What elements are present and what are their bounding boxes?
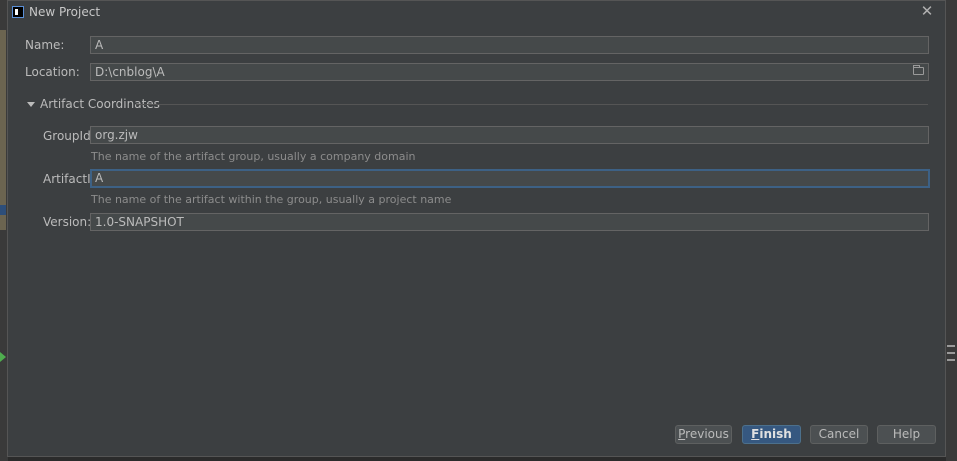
intellij-icon xyxy=(12,6,24,18)
groupid-label: GroupId: xyxy=(43,129,95,143)
location-label: Location: xyxy=(25,65,80,79)
location-value: D:\cnblog\A xyxy=(95,65,165,79)
help-button[interactable]: Help xyxy=(877,425,936,444)
artifactid-field[interactable]: A xyxy=(90,169,930,188)
section-divider xyxy=(136,104,928,105)
title-bar: New Project ✕ xyxy=(8,1,945,24)
artifactid-hint: The name of the artifact within the grou… xyxy=(91,193,452,206)
version-label: Version: xyxy=(43,215,92,229)
new-project-dialog: New Project ✕ Name: A Location: D:\cnblo… xyxy=(7,0,946,457)
folder-icon[interactable] xyxy=(913,65,924,75)
location-field[interactable]: D:\cnblog\A xyxy=(90,63,929,81)
dialog-title: New Project xyxy=(29,5,101,19)
cancel-button[interactable]: Cancel xyxy=(810,425,868,444)
name-label: Name: xyxy=(25,38,65,52)
finish-label: inish xyxy=(759,427,792,441)
gutter-mark-icon xyxy=(947,352,955,354)
previous-label: revious xyxy=(685,427,729,441)
triangle-down-icon xyxy=(27,101,35,107)
background-selection-strip xyxy=(0,205,6,215)
groupid-field[interactable]: org.zjw xyxy=(90,126,929,144)
run-icon xyxy=(0,352,6,362)
previous-button[interactable]: Previous xyxy=(675,425,732,444)
background-editor-strip xyxy=(0,30,6,230)
close-icon[interactable]: ✕ xyxy=(919,3,935,19)
gutter-mark-icon xyxy=(947,345,955,347)
background-ide-right xyxy=(946,0,957,461)
gutter-mark-icon xyxy=(947,359,955,361)
finish-button[interactable]: Finish xyxy=(742,425,801,444)
background-console-strip xyxy=(8,457,946,461)
version-field[interactable]: 1.0-SNAPSHOT xyxy=(90,213,929,231)
groupid-hint: The name of the artifact group, usually … xyxy=(91,150,416,163)
name-field[interactable]: A xyxy=(90,36,929,54)
